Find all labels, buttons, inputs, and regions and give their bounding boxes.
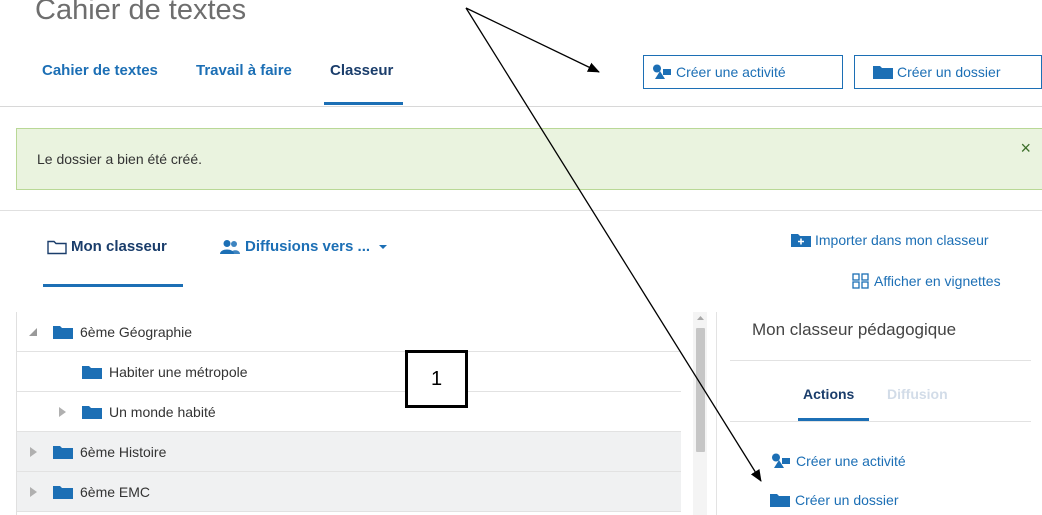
create-activity-link[interactable]: Créer une activité (771, 453, 906, 469)
folder-outline-icon (47, 240, 67, 254)
active-tab-underline (324, 102, 403, 105)
tab-travail-a-faire[interactable]: Travail à faire (196, 62, 292, 79)
activity-icon (772, 453, 790, 468)
grid-icon (852, 273, 869, 289)
folder-icon (770, 494, 790, 507)
divider (0, 106, 1042, 107)
tab-diffusion[interactable]: Diffusion (887, 386, 948, 402)
page-title: Cahier de textes (35, 0, 247, 26)
caret-right-icon[interactable] (27, 446, 39, 458)
folder-icon (82, 405, 102, 419)
create-activity-label: Créer une activité (676, 64, 786, 80)
callout-box: 1 (405, 350, 468, 408)
divider (716, 312, 717, 515)
import-link-label: Importer dans mon classeur (815, 232, 989, 248)
chevron-down-icon (379, 244, 388, 249)
divider (730, 421, 1031, 422)
active-subtab-underline (43, 284, 183, 287)
folder-icon (873, 66, 893, 79)
create-activity-link-label: Créer une activité (796, 453, 906, 469)
caret-right-icon[interactable] (56, 406, 68, 418)
tab-classeur[interactable]: Classeur (330, 62, 393, 79)
thumbnails-link-label: Afficher en vignettes (874, 273, 1001, 289)
tree-item-label: Habiter une métropole (109, 363, 248, 380)
scroll-up-icon[interactable] (696, 314, 705, 322)
users-icon (220, 239, 240, 254)
thumbnails-link[interactable]: Afficher en vignettes (852, 273, 1001, 289)
tree-row[interactable]: Habiter une métropole (17, 352, 681, 392)
folder-icon (53, 485, 73, 499)
create-folder-link-label: Créer un dossier (795, 492, 899, 508)
import-link[interactable]: Importer dans mon classeur (791, 232, 989, 248)
folder-tree: 6ème Géographie Habiter une métropole Un… (16, 312, 681, 515)
folder-icon (53, 325, 73, 339)
tab-mon-classeur[interactable]: Mon classeur (47, 238, 167, 255)
panel-title: Mon classeur pédagogique (752, 320, 957, 339)
folder-icon (53, 445, 73, 459)
tab-diffusions-label: Diffusions vers ... (245, 238, 371, 255)
activity-icon (653, 64, 671, 79)
folder-icon (82, 365, 102, 379)
tab-mon-classeur-label: Mon classeur (71, 238, 167, 255)
tree-item-label: 6ème Histoire (80, 443, 167, 460)
close-icon[interactable]: × (1020, 138, 1031, 159)
create-folder-link[interactable]: Créer un dossier (770, 492, 899, 508)
tab-actions[interactable]: Actions (803, 386, 854, 402)
tree-item-label: 6ème Géographie (80, 323, 193, 340)
tab-cahier-de-textes[interactable]: Cahier de textes (42, 62, 158, 79)
alert-message: Le dossier a bien été créé. (37, 151, 202, 167)
tree-row[interactable]: 6ème Géographie (17, 312, 681, 352)
create-activity-button[interactable]: Créer une activité (643, 55, 843, 89)
caret-right-icon[interactable] (27, 486, 39, 498)
create-folder-label: Créer un dossier (897, 64, 1001, 80)
tab-diffusions[interactable]: Diffusions vers ... (219, 238, 394, 255)
divider (0, 210, 1042, 211)
tree-item-label: 6ème EMC (80, 483, 151, 500)
success-alert: Le dossier a bien été créé. × (16, 128, 1042, 190)
folder-plus-icon (791, 234, 811, 247)
scrollbar-thumb[interactable] (696, 328, 705, 452)
annotation-arrow (465, 7, 600, 73)
tree-item-label: Un monde habité (109, 403, 216, 420)
tree-row[interactable]: 6ème EMC (17, 472, 681, 512)
tree-row[interactable]: 6ème Histoire (17, 432, 681, 472)
caret-expanded-icon[interactable] (27, 326, 39, 338)
divider (730, 360, 1031, 361)
create-folder-button[interactable]: Créer un dossier (854, 55, 1042, 89)
tree-row[interactable]: Un monde habité (17, 392, 681, 432)
